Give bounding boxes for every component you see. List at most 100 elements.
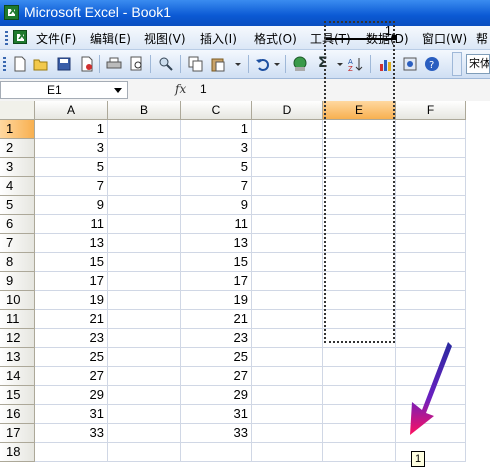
column-header-a[interactable]: A [35,101,108,120]
paste-dropdown-icon[interactable] [234,56,242,72]
cell-a5[interactable]: 9 [35,196,108,215]
print-icon[interactable] [106,56,122,72]
name-box-dropdown-icon[interactable] [114,88,122,93]
cell-f6[interactable] [396,215,466,234]
cell-c11[interactable]: 21 [181,310,252,329]
row-header-17[interactable]: 17 [0,424,35,443]
cell-d18[interactable] [252,443,323,462]
cell-e9[interactable] [323,272,396,291]
row-header-11[interactable]: 11 [0,310,35,329]
menu-format[interactable]: 格式(O) [254,30,297,47]
cell-d14[interactable] [252,367,323,386]
cell-c8[interactable]: 15 [181,253,252,272]
cell-a11[interactable]: 21 [35,310,108,329]
row-header-9[interactable]: 9 [0,272,35,291]
menu-file[interactable]: 文件(F) [36,30,76,47]
row-header-7[interactable]: 7 [0,234,35,253]
cell-e17[interactable] [323,424,396,443]
cell-c2[interactable]: 3 [181,139,252,158]
cell-c13[interactable]: 25 [181,348,252,367]
column-header-d[interactable]: D [252,101,323,120]
cell-b15[interactable] [108,386,181,405]
cell-f8[interactable] [396,253,466,272]
cell-d7[interactable] [252,234,323,253]
cell-a1[interactable]: 1 [35,120,108,139]
cell-f5[interactable] [396,196,466,215]
copy-icon[interactable] [188,56,204,72]
active-cell-e1[interactable]: 1 [326,22,394,39]
row-header-5[interactable]: 5 [0,196,35,215]
toolbar-options-chevron[interactable] [452,52,462,76]
cell-d13[interactable] [252,348,323,367]
cell-f7[interactable] [396,234,466,253]
cell-e13[interactable] [323,348,396,367]
cell-b9[interactable] [108,272,181,291]
cell-b12[interactable] [108,329,181,348]
cell-b1[interactable] [108,120,181,139]
row-header-4[interactable]: 4 [0,177,35,196]
cell-a6[interactable]: 11 [35,215,108,234]
row-header-13[interactable]: 13 [0,348,35,367]
column-header-b[interactable]: B [108,101,181,120]
cell-b18[interactable] [108,443,181,462]
cell-f18[interactable] [396,443,466,462]
cell-b8[interactable] [108,253,181,272]
help-icon[interactable]: ? [424,56,440,72]
cell-e14[interactable] [323,367,396,386]
hyperlink-icon[interactable] [292,56,308,72]
menu-edit[interactable]: 编辑(E) [90,30,131,47]
cell-e18[interactable] [323,443,396,462]
cell-d11[interactable] [252,310,323,329]
cell-a17[interactable]: 33 [35,424,108,443]
open-icon[interactable] [33,56,49,72]
cell-a9[interactable]: 17 [35,272,108,291]
cell-f10[interactable] [396,291,466,310]
cell-c16[interactable]: 31 [181,405,252,424]
formula-input[interactable]: 1 [200,82,207,96]
cell-f2[interactable] [396,139,466,158]
cell-c18[interactable] [181,443,252,462]
autosum-icon[interactable]: Σ [318,55,328,71]
cell-a4[interactable]: 7 [35,177,108,196]
toolbar-grip-icon[interactable] [3,57,6,71]
cell-f1[interactable] [396,120,466,139]
cell-b11[interactable] [108,310,181,329]
cell-c17[interactable]: 33 [181,424,252,443]
menu-help[interactable]: 帮 [476,30,488,47]
cell-d1[interactable] [252,120,323,139]
name-box[interactable]: E1 [0,81,128,99]
cell-f3[interactable] [396,158,466,177]
cell-e11[interactable] [323,310,396,329]
save-icon[interactable] [56,56,72,72]
row-header-15[interactable]: 15 [0,386,35,405]
cell-b7[interactable] [108,234,181,253]
cell-e10[interactable] [323,291,396,310]
cell-c7[interactable]: 13 [181,234,252,253]
cell-a7[interactable]: 13 [35,234,108,253]
autosum-dropdown-icon[interactable] [336,56,344,72]
cell-a10[interactable]: 19 [35,291,108,310]
cell-b10[interactable] [108,291,181,310]
cell-a12[interactable]: 23 [35,329,108,348]
menu-view[interactable]: 视图(V) [144,30,186,47]
font-name-box[interactable]: 宋体 [466,54,490,74]
cell-a2[interactable]: 3 [35,139,108,158]
research-icon[interactable] [158,56,174,72]
row-header-8[interactable]: 8 [0,253,35,272]
cell-c3[interactable]: 5 [181,158,252,177]
document-icon[interactable] [13,30,27,44]
row-header-18[interactable]: 18 [0,443,35,462]
cell-f9[interactable] [396,272,466,291]
cell-d5[interactable] [252,196,323,215]
cell-e7[interactable] [323,234,396,253]
cell-e4[interactable] [323,177,396,196]
row-header-12[interactable]: 12 [0,329,35,348]
row-header-14[interactable]: 14 [0,367,35,386]
fill-handle[interactable] [392,35,397,40]
permission-icon[interactable] [79,56,95,72]
cell-d9[interactable] [252,272,323,291]
cell-e6[interactable] [323,215,396,234]
cell-a15[interactable]: 29 [35,386,108,405]
row-header-2[interactable]: 2 [0,139,35,158]
row-header-10[interactable]: 10 [0,291,35,310]
